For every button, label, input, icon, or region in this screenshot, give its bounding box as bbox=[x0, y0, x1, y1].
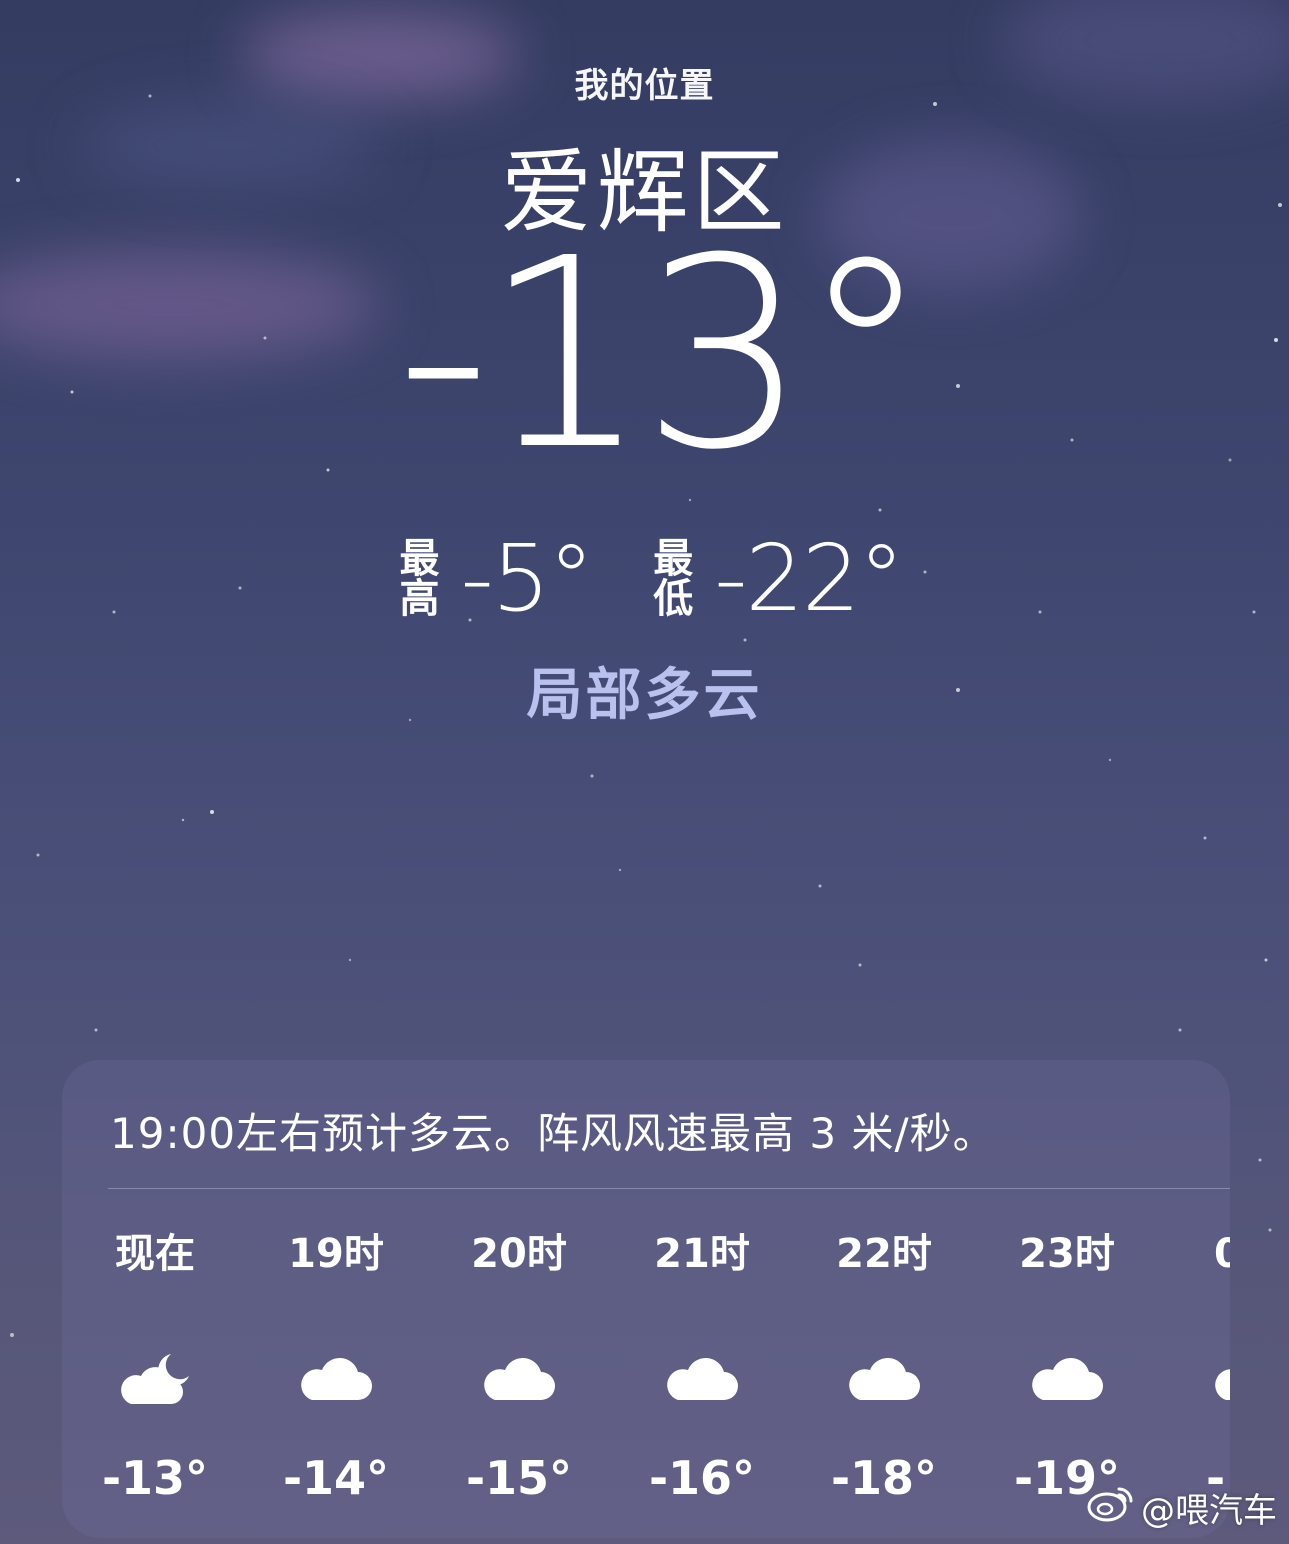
hourly-forecast-card[interactable]: 19:00左右预计多云。阵风风速最高 3 米/秒。 现在 -13° 19时 -1… bbox=[62, 1060, 1230, 1538]
hour-label: 19时 bbox=[288, 1231, 384, 1277]
cloud-icon bbox=[266, 1338, 406, 1418]
hour-temperature: -16° bbox=[648, 1451, 756, 1505]
weather-condition: 局部多云 bbox=[526, 663, 763, 728]
cloud-icon bbox=[632, 1338, 772, 1418]
high-label-char: 高 bbox=[399, 575, 440, 622]
hour-item-19[interactable]: 19时 -14° bbox=[266, 1228, 406, 1506]
cloud-icon bbox=[997, 1338, 1137, 1418]
hour-temperature: -15° bbox=[465, 1451, 573, 1505]
hour-item-21[interactable]: 21时 -16° bbox=[632, 1228, 772, 1506]
high-low-row: 最 高 -5° 最 低 -22° bbox=[0, 525, 1289, 632]
hour-item-00-partial[interactable]: 0 - bbox=[1192, 1228, 1230, 1506]
high-temperature: -5° bbox=[460, 525, 595, 632]
hour-temperature: -14° bbox=[282, 1451, 390, 1505]
hour-temperature: -13° bbox=[101, 1451, 209, 1505]
current-temperature: -13° bbox=[396, 202, 931, 507]
cloud-icon bbox=[814, 1338, 954, 1418]
low-label-char: 低 bbox=[653, 575, 694, 622]
cloud-moon-icon bbox=[85, 1338, 225, 1418]
low-label-char: 最 bbox=[653, 535, 694, 582]
forecast-summary: 19:00左右预计多云。阵风风速最高 3 米/秒。 bbox=[110, 1109, 996, 1158]
hour-label: 21时 bbox=[654, 1231, 750, 1277]
high-label-char: 最 bbox=[399, 535, 440, 582]
hour-item-22[interactable]: 22时 -18° bbox=[814, 1228, 954, 1506]
hour-item-23[interactable]: 23时 -19° bbox=[997, 1228, 1137, 1506]
hour-label: 23时 bbox=[1019, 1231, 1115, 1277]
watermark: @喂汽车 bbox=[1087, 1483, 1277, 1532]
hour-label: 20时 bbox=[471, 1231, 567, 1277]
hour-label: 现在 bbox=[115, 1231, 195, 1277]
hour-temperature: -18° bbox=[830, 1451, 938, 1505]
cloud-moon-icon bbox=[1192, 1338, 1230, 1418]
cloud-icon bbox=[449, 1338, 589, 1418]
high-label: 最 高 bbox=[397, 539, 443, 619]
hour-label: 0 bbox=[1214, 1231, 1230, 1277]
hour-label: 22时 bbox=[836, 1231, 932, 1277]
my-location-label: 我的位置 bbox=[574, 66, 715, 106]
low-label: 最 低 bbox=[650, 539, 696, 619]
hour-item-20[interactable]: 20时 -15° bbox=[449, 1228, 589, 1506]
hour-item-now[interactable]: 现在 -13° bbox=[85, 1228, 225, 1506]
watermark-text: @喂汽车 bbox=[1141, 1491, 1277, 1531]
low-temperature: -22° bbox=[714, 525, 904, 632]
weibo-logo-icon bbox=[1087, 1483, 1135, 1532]
weather-screen: 我的位置 爱辉区 -13° 最 高 -5° 最 低 -22° 局部多云 19:0… bbox=[0, 0, 1289, 1544]
card-divider bbox=[108, 1188, 1230, 1189]
